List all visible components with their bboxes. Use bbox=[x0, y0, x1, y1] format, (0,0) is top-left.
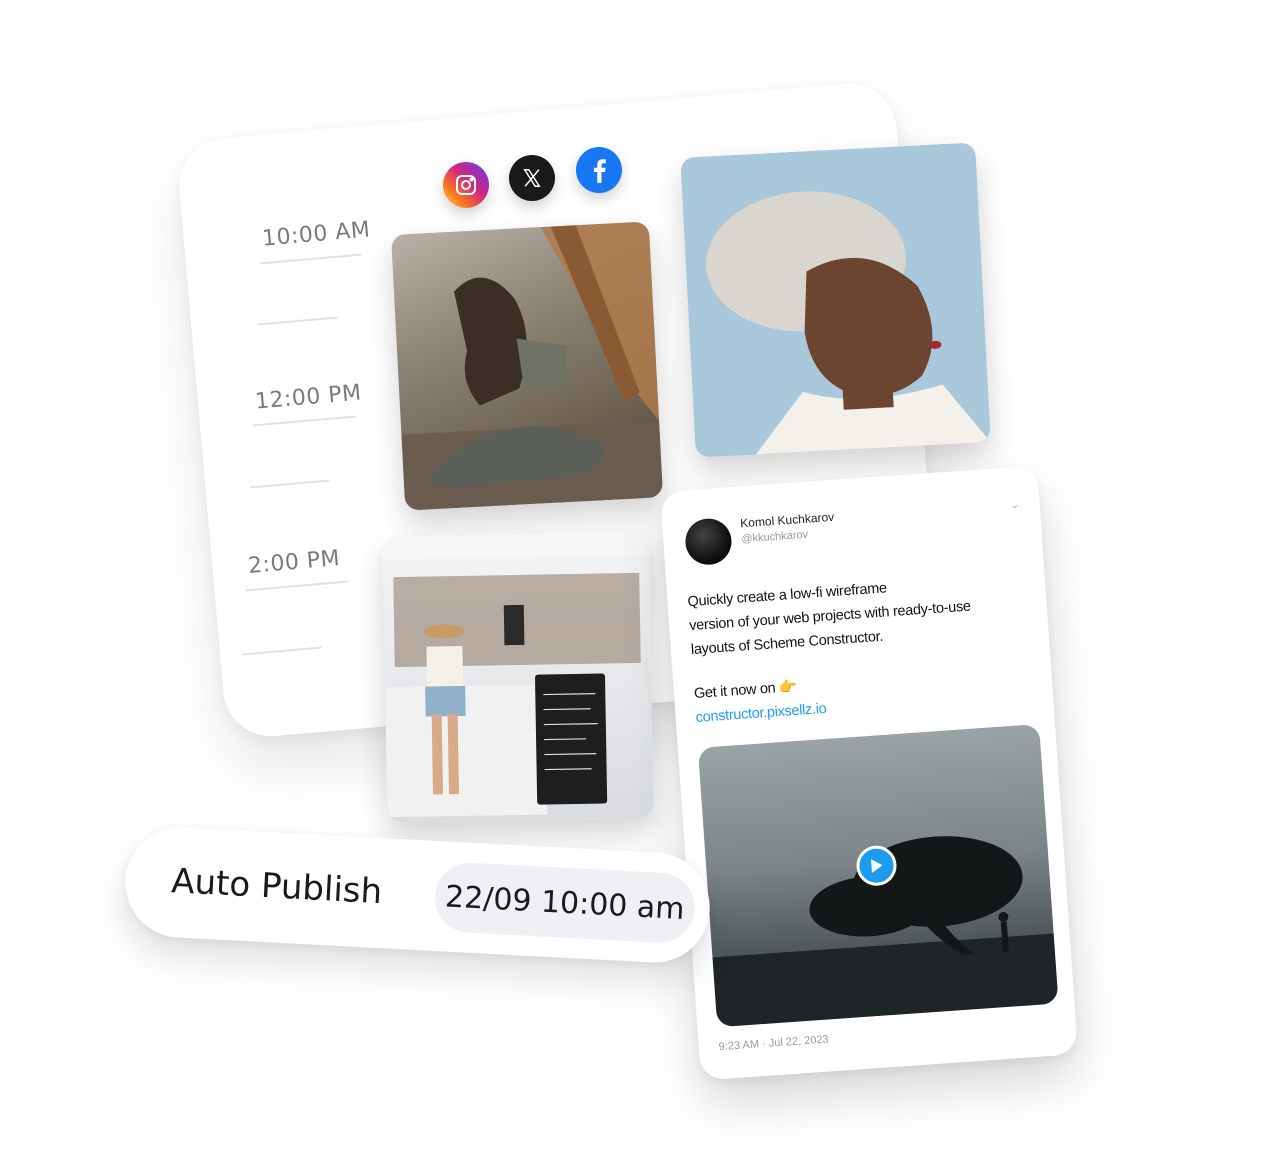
publish-datetime-button[interactable]: 22/09 10:00 am bbox=[433, 860, 697, 945]
yoga-photo[interactable] bbox=[390, 221, 664, 511]
play-icon bbox=[871, 859, 883, 874]
tweet-cta-text: Get it now on 👉 bbox=[693, 678, 798, 702]
tweet-author-name[interactable]: Komol Kuchkarov bbox=[740, 510, 835, 531]
avatar[interactable] bbox=[683, 517, 734, 567]
tweet-card[interactable]: Komol Kuchkarov @kkuchkarov ⌄ Quickly cr… bbox=[659, 465, 1079, 1081]
scheduler-scene: 10:00 AM 12:00 PM 2:00 PM Komol Kuchkaro… bbox=[0, 0, 1283, 1154]
instagram-icon[interactable] bbox=[443, 162, 489, 208]
tweet-text: Quickly create a low-fi wireframe versio… bbox=[687, 567, 1031, 663]
portrait-scene bbox=[680, 142, 991, 458]
portrait-photo[interactable] bbox=[680, 142, 991, 458]
x-icon[interactable] bbox=[509, 155, 555, 201]
cafe-scene bbox=[382, 532, 649, 818]
tweet-author-handle[interactable]: @kkuchkarov bbox=[741, 529, 808, 546]
chevron-down-icon[interactable]: ⌄ bbox=[1009, 497, 1020, 512]
tweet-video[interactable] bbox=[697, 724, 1059, 1028]
tweet-timestamp: 9:23 AM · Jul 22, 2023 bbox=[718, 1033, 829, 1054]
yoga-scene bbox=[401, 221, 664, 511]
auto-publish-bar[interactable]: Auto Publish 22/09 10:00 am bbox=[122, 824, 713, 966]
auto-publish-label: Auto Publish bbox=[170, 861, 384, 913]
facebook-icon[interactable] bbox=[576, 147, 622, 193]
cafe-photo[interactable] bbox=[382, 532, 654, 823]
tweet-link[interactable]: constructor.pixsellz.io bbox=[695, 701, 827, 726]
